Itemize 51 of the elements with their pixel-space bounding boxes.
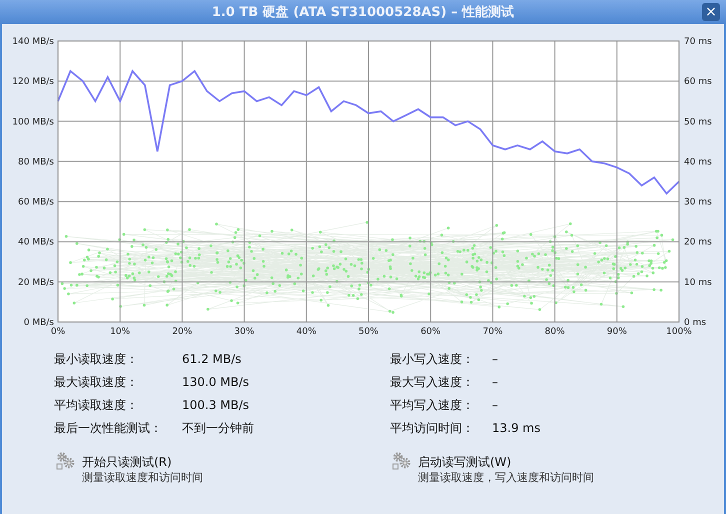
- x-tick-label: 100%: [666, 327, 692, 337]
- x-tick-label: 40%: [296, 327, 316, 337]
- y-tick-label: 100 MB/s: [12, 117, 54, 128]
- stat-label: 最小写入速度：: [390, 351, 475, 368]
- x-tick-label: 50%: [358, 327, 378, 337]
- y-tick-label: 20 MB/s: [18, 278, 54, 288]
- x-tick-label: 30%: [234, 327, 254, 337]
- y-tick-label: 120 MB/s: [12, 77, 54, 88]
- stat-label: 最大读取速度：: [54, 374, 139, 391]
- right-tick-label: 20 ms: [684, 238, 712, 248]
- right-tick-label: 30 ms: [684, 198, 712, 208]
- x-tick-label: 60%: [420, 327, 441, 337]
- benchmark-description: 测量读取速度，写入速度和访问时间: [418, 470, 594, 485]
- stat-label: 最小读取速度：: [54, 351, 139, 368]
- window-title: 1.0 TB 硬盘 (ATA ST31000528AS) – 性能测试: [212, 4, 514, 21]
- x-tick-label: 80%: [544, 327, 565, 337]
- stat-value: 13.9 ms: [492, 420, 542, 437]
- y-tick-label: 140 MB/s: [12, 37, 54, 47]
- benchmark-button[interactable]: 开始只读测试(R): [82, 455, 172, 470]
- gears-icon: [392, 452, 412, 470]
- benchmark-description: 测量读取速度和访问时间: [82, 470, 203, 485]
- right-tick-label: 50 ms: [684, 117, 712, 128]
- right-tick-label: 70 ms: [684, 37, 712, 47]
- right-tick-label: 10 ms: [684, 278, 712, 288]
- stat-label: 平均访问时间：: [390, 420, 475, 437]
- right-tick-label: 0 ms: [684, 318, 706, 328]
- stat-value: –: [492, 351, 499, 368]
- x-tick-label: 20%: [172, 327, 192, 337]
- stat-value: –: [492, 374, 499, 391]
- x-tick-label: 0%: [50, 327, 66, 337]
- stat-label: 最后一次性能测试：: [54, 420, 163, 437]
- stat-value: 不到一分钟前: [182, 420, 255, 437]
- right-tick-label: 60 ms: [684, 77, 712, 88]
- stat-label: 平均读取速度：: [54, 397, 139, 414]
- y-tick-label: 60 MB/s: [18, 198, 54, 208]
- x-tick-label: 70%: [482, 327, 503, 337]
- stat-value: 100.3 MB/s: [182, 397, 250, 414]
- benchmark-button[interactable]: 启动读写测试(W): [418, 455, 512, 470]
- close-button[interactable]: ×: [702, 3, 720, 21]
- stat-label: 平均写入速度：: [390, 397, 475, 414]
- stat-label: 最大写入速度：: [390, 374, 475, 391]
- x-tick-label: 90%: [606, 327, 627, 337]
- stat-value: 61.2 MB/s: [182, 351, 242, 368]
- y-tick-label: 40 MB/s: [18, 238, 54, 248]
- gears-icon: [56, 452, 76, 470]
- y-tick-label: 80 MB/s: [18, 157, 54, 168]
- y-tick-label: 0 MB/s: [24, 318, 54, 328]
- x-tick-label: 10%: [110, 327, 130, 337]
- right-tick-label: 40 ms: [684, 157, 712, 168]
- stat-value: –: [492, 397, 499, 414]
- stat-value: 130.0 MB/s: [182, 374, 250, 391]
